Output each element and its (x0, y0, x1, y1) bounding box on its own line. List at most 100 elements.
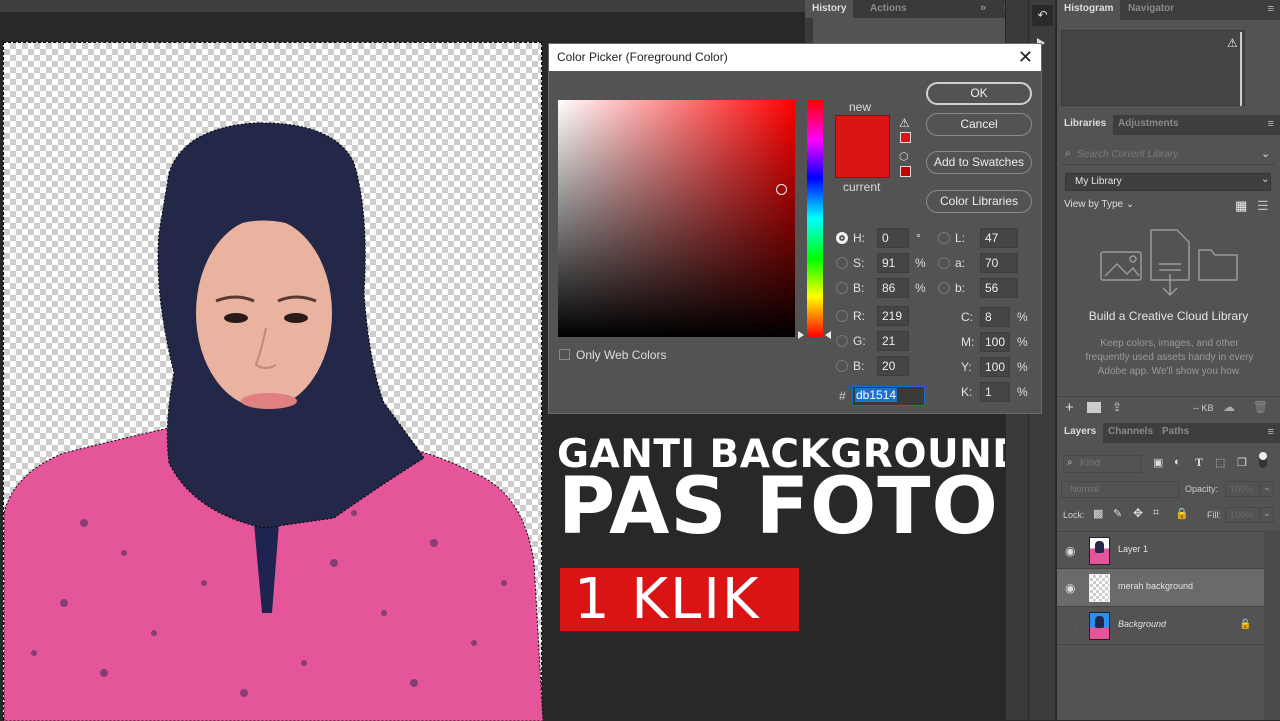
chevron-down-icon[interactable]: ⌄ (1260, 507, 1274, 523)
history-dock-icon[interactable]: ↶ (1032, 5, 1053, 26)
web-safe-swatch[interactable] (900, 166, 911, 177)
trash-icon[interactable]: 🗑 (1253, 400, 1268, 414)
close-icon[interactable]: ✕ (1018, 47, 1033, 68)
color-libraries-button[interactable]: Color Libraries (926, 190, 1032, 213)
ok-button[interactable]: OK (926, 82, 1032, 105)
lab-l-input[interactable]: 47 (980, 228, 1018, 248)
hamburger-menu-icon[interactable]: ≡ (1268, 3, 1274, 15)
add-icon[interactable]: + (1065, 399, 1074, 416)
chevron-down-icon[interactable]: ⌄ (1260, 481, 1274, 497)
blend-mode-select[interactable]: Normal (1061, 481, 1179, 498)
only-web-colors-label: Only Web Colors (576, 348, 667, 362)
radio-red[interactable] (836, 310, 848, 322)
list-view-icon[interactable]: ☰ (1257, 198, 1269, 214)
histogram-scrollbar[interactable] (1240, 32, 1242, 106)
yellow-input[interactable]: 100 (980, 357, 1010, 377)
radio-brightness[interactable] (836, 282, 848, 294)
pixel-filter-icon[interactable]: ▣ (1153, 456, 1163, 469)
tab-layers[interactable]: Layers (1057, 423, 1104, 443)
hex-value: db1514 (855, 388, 898, 402)
grid-view-icon[interactable]: ▦ (1235, 198, 1247, 214)
radio-hue[interactable] (836, 232, 848, 244)
lock-brush-icon[interactable]: ✎ (1113, 507, 1122, 520)
only-web-colors-checkbox[interactable] (559, 349, 570, 360)
radio-blue[interactable] (836, 360, 848, 372)
visibility-toggle-off[interactable] (1066, 620, 1077, 631)
warning-triangle-icon[interactable]: ⚠ (899, 116, 910, 130)
warning-triangle-icon[interactable]: ⚠ (1227, 36, 1238, 50)
saturation-brightness-field[interactable] (558, 100, 795, 337)
radio-lab-b[interactable] (938, 282, 950, 294)
opacity-input[interactable]: 100% (1225, 481, 1259, 497)
tab-histogram[interactable]: Histogram (1057, 0, 1121, 20)
brightness-input[interactable]: 86 (877, 278, 909, 298)
lock-transparent-icon[interactable]: ▩ (1093, 507, 1103, 520)
saturation-input[interactable]: 91 (877, 253, 909, 273)
blue-input[interactable]: 20 (877, 356, 909, 376)
eye-icon[interactable]: ◉ (1065, 544, 1075, 558)
radio-lab-a[interactable] (938, 257, 950, 269)
hex-input[interactable]: db1514 (852, 386, 925, 406)
red-input[interactable]: 219 (877, 306, 909, 326)
new-color-label: new (849, 100, 872, 114)
tab-paths[interactable]: Paths (1155, 423, 1196, 441)
hamburger-menu-icon[interactable]: ≡ (1268, 426, 1274, 438)
upload-icon[interactable]: ⇪ (1112, 400, 1122, 414)
current-color-swatch[interactable] (835, 147, 890, 178)
document-canvas[interactable] (3, 42, 543, 721)
library-select[interactable]: My Library (1065, 173, 1271, 191)
radio-lightness[interactable] (938, 232, 950, 244)
green-input[interactable]: 21 (877, 331, 909, 351)
layer-row[interactable]: ◉ Layer 1 (1057, 531, 1264, 569)
gamut-warning-swatch[interactable] (900, 132, 911, 143)
lock-artboard-icon[interactable]: ⌗ (1153, 507, 1159, 520)
layer-row[interactable]: Background 🔒 (1057, 607, 1264, 645)
layer-name[interactable]: Layer 1 (1118, 544, 1148, 554)
adjustment-filter-icon[interactable]: ◐ (1174, 456, 1181, 468)
chevron-down-icon[interactable]: ⌄ (1261, 147, 1270, 160)
hue-slider-handle-right[interactable] (825, 331, 831, 339)
radio-saturation[interactable] (836, 257, 848, 269)
tab-navigator[interactable]: Navigator (1121, 0, 1181, 18)
view-by-type-dropdown[interactable]: View by Type ⌄ (1064, 199, 1134, 210)
tab-history[interactable]: History (805, 0, 854, 18)
hue-input[interactable]: 0 (877, 228, 909, 248)
lock-move-icon[interactable]: ✥ (1133, 506, 1143, 520)
magenta-input[interactable]: 100 (980, 332, 1010, 352)
layers-scrollbar[interactable] (1264, 531, 1280, 720)
black-input[interactable]: 1 (980, 382, 1010, 402)
cube-icon[interactable]: ⬡ (899, 150, 909, 163)
layer-name[interactable]: merah background (1118, 581, 1193, 591)
cyan-input[interactable]: 8 (980, 307, 1010, 327)
tab-actions[interactable]: Actions (863, 0, 914, 18)
unit-percent: % (915, 256, 926, 270)
shape-filter-icon[interactable]: ⬚ (1215, 456, 1225, 469)
lock-all-icon[interactable]: 🔒 (1175, 507, 1189, 520)
eye-icon[interactable]: ◉ (1065, 581, 1075, 595)
double-chevron-right-icon[interactable]: » (980, 2, 986, 14)
lab-b-input[interactable]: 56 (980, 278, 1018, 298)
cancel-button[interactable]: Cancel (926, 113, 1032, 136)
hue-slider-handle-left[interactable] (798, 331, 804, 339)
layer-name[interactable]: Background (1118, 619, 1166, 629)
color-field-cursor[interactable] (776, 184, 787, 195)
history-list[interactable] (813, 18, 1023, 44)
layer-row[interactable]: ◉ merah background (1057, 569, 1264, 607)
library-search-input[interactable]: Search Current Library (1061, 145, 1275, 165)
tab-adjustments[interactable]: Adjustments (1111, 115, 1186, 133)
smart-object-filter-icon[interactable]: ❐ (1237, 456, 1247, 469)
hamburger-menu-icon[interactable]: ≡ (1268, 118, 1274, 130)
lab-a-input[interactable]: 70 (980, 253, 1018, 273)
tab-libraries[interactable]: Libraries (1057, 115, 1114, 135)
cloud-sync-icon[interactable]: ☁ (1223, 400, 1235, 414)
folder-icon[interactable] (1087, 402, 1101, 413)
hue-slider[interactable] (807, 100, 823, 337)
type-filter-icon[interactable]: T (1195, 455, 1203, 470)
tab-channels[interactable]: Channels (1101, 423, 1160, 441)
radio-green[interactable] (836, 335, 848, 347)
layer-kind-filter[interactable]: Kind (1063, 455, 1141, 473)
add-to-swatches-button[interactable]: Add to Swatches (926, 151, 1032, 174)
label-lightness: L: (955, 231, 966, 245)
filter-toggle[interactable] (1259, 452, 1267, 468)
fill-input[interactable]: 100% (1225, 507, 1259, 523)
